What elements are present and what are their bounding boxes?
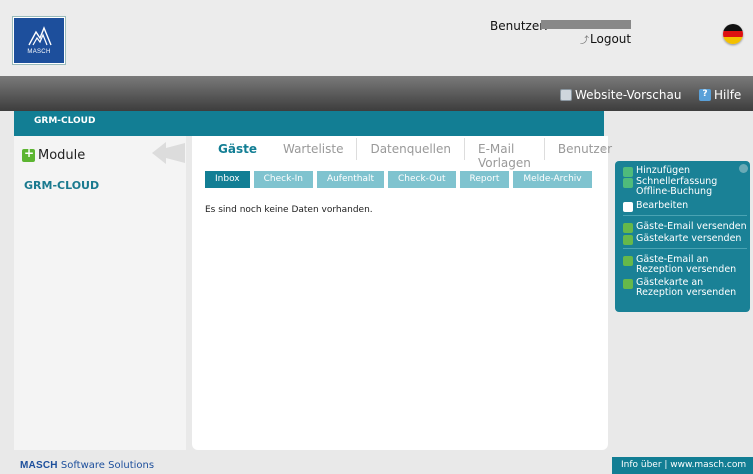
logout-link[interactable]: ⤴Logout xyxy=(580,32,631,46)
logo-text: MASCH xyxy=(27,49,51,55)
mail-icon xyxy=(623,279,633,289)
subtab-report[interactable]: Report xyxy=(459,171,510,188)
footer-brand-rest: Software Solutions xyxy=(60,460,155,471)
quick-entry-icon xyxy=(623,178,633,188)
quick-entry-button[interactable]: Schnellerfassung Offline-Buchung xyxy=(623,177,717,197)
quick-entry-label: Schnellerfassung Offline-Buchung xyxy=(636,177,717,197)
divider xyxy=(623,248,747,249)
german-flag-icon[interactable] xyxy=(723,24,743,44)
main-content: Gäste Warteliste Datenquellen E-Mail Vor… xyxy=(192,136,612,450)
tab-datenquellen[interactable]: Datenquellen xyxy=(357,138,466,160)
edit-label: Bearbeiten xyxy=(636,200,689,211)
empty-message: Es sind noch keine Daten vorhanden. xyxy=(205,205,373,215)
footer: MASCH Software Solutions Info über | www… xyxy=(0,457,753,474)
actions-panel: Hinzufügen Schnellerfassung Offline-Buch… xyxy=(615,161,750,312)
subtab-check-out[interactable]: Check-Out xyxy=(388,171,456,188)
send-guest-card-button[interactable]: Gästekarte versenden xyxy=(623,234,741,245)
help-label: Hilfe xyxy=(714,88,742,102)
tab-email-vorlagen[interactable]: E-Mail Vorlagen xyxy=(465,138,545,170)
tab-benutzer[interactable]: Benutzer xyxy=(545,138,625,160)
masch-logo[interactable]: MASCH xyxy=(13,17,65,64)
sidebar-item-grm-cloud[interactable]: GRM-CLOUD xyxy=(24,179,99,192)
send-guest-card-reception-label: Gästekarte an Rezeption versenden xyxy=(636,278,736,298)
subtab-aufenthalt[interactable]: Aufenthalt xyxy=(316,171,384,188)
tab-scroll-dot[interactable] xyxy=(602,147,606,151)
send-guest-email-label: Gäste-Email versenden xyxy=(636,221,747,232)
help-button[interactable]: ? Hilfe xyxy=(699,88,741,102)
subtab-check-in[interactable]: Check-In xyxy=(253,171,313,188)
mail-icon xyxy=(623,256,633,266)
breadcrumb[interactable]: GRM-CLOUD xyxy=(34,116,95,126)
label-line-2: Rezeption versenden xyxy=(636,287,737,298)
quick-entry-line-2: Offline-Buchung xyxy=(636,186,713,197)
pencil-icon xyxy=(623,202,633,212)
send-guest-card-reception-button[interactable]: Gästekarte an Rezeption versenden xyxy=(623,278,736,298)
logout-icon: ⤴ xyxy=(580,36,590,46)
mail-icon xyxy=(623,235,633,245)
sidebar: Module GRM-CLOUD xyxy=(14,136,186,450)
breadcrumb-background xyxy=(14,111,604,133)
footer-brand-bold: MASCH xyxy=(20,460,58,471)
mail-icon xyxy=(623,223,633,233)
edit-button[interactable]: Bearbeiten xyxy=(623,201,688,212)
website-preview-label: Website-Vorschau xyxy=(575,88,682,102)
send-guest-email-reception-button[interactable]: Gäste-Email an Rezeption versenden xyxy=(623,255,736,275)
tab-bar: Gäste Warteliste Datenquellen E-Mail Vor… xyxy=(210,138,625,170)
sidebar-title-label: Module xyxy=(38,148,86,163)
divider xyxy=(623,215,747,216)
breadcrumb-bar: GRM-CLOUD xyxy=(0,111,753,136)
toolbar: Website-Vorschau ? Hilfe xyxy=(0,76,753,111)
add-icon xyxy=(623,167,633,177)
subtab-melde-archiv[interactable]: Melde-Archiv xyxy=(513,171,592,188)
add-label: Hinzufügen xyxy=(636,165,691,176)
subtab-bar: Inbox Check-In Aufenthalt Check-Out Repo… xyxy=(205,171,592,188)
send-guest-email-button[interactable]: Gäste-Email versenden xyxy=(623,222,747,233)
user-label: Benutzer: xyxy=(490,19,548,33)
module-plus-icon xyxy=(22,146,35,162)
preview-icon xyxy=(560,89,572,101)
tab-warteliste[interactable]: Warteliste xyxy=(270,138,358,160)
help-icon: ? xyxy=(699,89,711,101)
send-guest-email-reception-label: Gäste-Email an Rezeption versenden xyxy=(636,255,736,275)
label-line-2: Rezeption versenden xyxy=(636,264,737,275)
footer-brand: MASCH Software Solutions xyxy=(20,460,154,471)
redacted-username xyxy=(541,20,631,29)
tab-gaeste[interactable]: Gäste xyxy=(210,138,270,160)
website-preview-button[interactable]: Website-Vorschau xyxy=(560,88,681,102)
subtab-inbox[interactable]: Inbox xyxy=(205,171,250,188)
close-icon[interactable] xyxy=(739,164,748,173)
footer-info-link[interactable]: Info über | www.masch.com xyxy=(612,457,753,474)
mountain-logo-icon xyxy=(28,26,52,46)
sidebar-title: Module xyxy=(22,146,86,163)
collapse-arrow-icon[interactable] xyxy=(152,141,186,165)
header: MASCH Benutzer: ⤴Logout xyxy=(0,0,753,76)
send-guest-card-label: Gästekarte versenden xyxy=(636,233,742,244)
logout-label: Logout xyxy=(590,32,632,46)
